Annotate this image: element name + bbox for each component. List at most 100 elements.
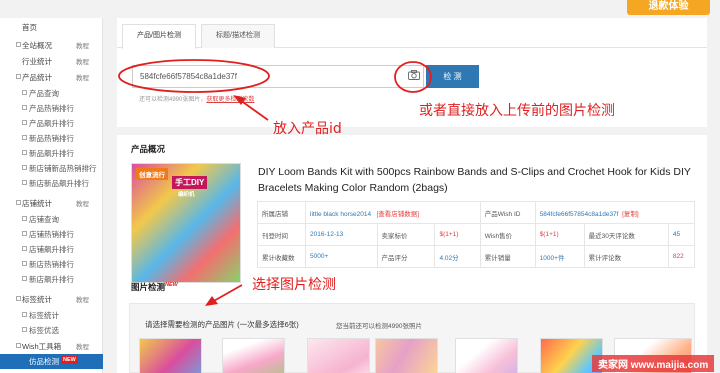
sidebar-item-label: 产品热销排行: [29, 103, 74, 113]
sidebar-item-label: 店铺飙升排行: [29, 244, 74, 254]
image-thumbnail[interactable]: [139, 338, 202, 373]
list-box-icon: [22, 90, 27, 95]
sidebar-item-label: 首页: [22, 22, 37, 32]
hint-text: 还可以检测4990张图片，: [139, 97, 207, 103]
info-value: 2016-12-13: [305, 223, 378, 246]
get-more-link[interactable]: 获取更多检测次数: [206, 97, 254, 103]
tab-title-desc-check[interactable]: 标题/描述检测: [201, 24, 275, 48]
collapse-box-icon[interactable]: [16, 74, 21, 79]
product-id-input[interactable]: 584fcfe66f57854c8a1de37f: [132, 65, 424, 88]
info-value: 822: [667, 245, 696, 268]
sidebar-item-label: 新店热销排行: [29, 259, 74, 269]
tab-bar: 产品/图片检测 标题/描述检测: [117, 18, 707, 49]
detect-button[interactable]: 检 测: [426, 65, 479, 88]
collapse-box-icon[interactable]: [16, 343, 21, 348]
select-instruction: 请选择需要检测的产品图片 (一次最多选择6张): [145, 320, 299, 329]
info-label: 产品Wish ID: [479, 201, 536, 224]
sidebar-item-label: 产品查询: [29, 88, 59, 98]
sidebar-item-tag-query[interactable]: 标签统计: [0, 308, 103, 322]
image-detect-title-text: 图片检测: [131, 282, 166, 292]
sidebar-item-new-store-rising-rank[interactable]: 新店飙升排行: [0, 272, 103, 286]
new-badge: NEW: [165, 282, 178, 289]
copy-link[interactable]: [复制]: [622, 211, 639, 218]
image-thumbnail[interactable]: [307, 338, 370, 373]
remaining-count: 您当前还可以检测4990张照片: [336, 323, 422, 330]
info-label: 最近30天评论数: [583, 223, 669, 246]
sidebar-item-new-store-hot-rank[interactable]: 新店热销排行: [0, 257, 103, 271]
info-value: $(1+1): [434, 223, 481, 246]
product-title: DIY Loom Bands Kit with 500pcs Rainbow B…: [258, 166, 691, 194]
info-label: 产品评分: [376, 245, 436, 268]
product-id-value: 584fcfe66f57854c8a1de37f: [140, 72, 237, 81]
collapse-box-icon[interactable]: [16, 42, 21, 47]
view-shop-data-link[interactable]: [查看店铺数据]: [377, 211, 420, 218]
list-box-icon: [22, 180, 27, 185]
sidebar-item-store-stats[interactable]: 店铺统计 教程: [0, 196, 103, 210]
list-box-icon: [22, 120, 27, 125]
tutorial-link[interactable]: 教程: [76, 56, 89, 66]
sidebar-item-product-hot[interactable]: 产品热销排行: [0, 101, 103, 115]
sidebar-item-new-rising[interactable]: 新品飙升排行: [0, 146, 103, 160]
product-image: 创意流行 手工DIY 编织机: [131, 163, 241, 283]
sidebar-item-label: 店铺查询: [29, 214, 59, 224]
sidebar-item-home[interactable]: 首页: [0, 20, 103, 34]
sidebar-item-new-store-hot[interactable]: 新店铺新品热销排行: [0, 161, 103, 175]
info-label: 所属店铺: [257, 201, 306, 224]
sidebar-item-label: 标签统计: [22, 294, 52, 304]
tutorial-link[interactable]: 教程: [76, 40, 89, 50]
sidebar-item-label: 仿品检测: [29, 357, 59, 366]
annotation-upload-image: 或者直接放入上传前的图片检测: [419, 103, 615, 119]
wish-id-value: 584fcfe66f57854c8a1de37f: [539, 210, 619, 218]
camera-icon[interactable]: [408, 70, 420, 80]
experience-button[interactable]: 退款体验: [627, 0, 710, 15]
sidebar-item-tag-stats[interactable]: 标签统计 教程: [0, 292, 103, 306]
sidebar-item-new-store-rising[interactable]: 新店新品飙升排行: [0, 176, 103, 190]
sidebar-item-new-hot[interactable]: 新品热销排行: [0, 131, 103, 145]
sidebar-item-label: 新店铺新品热销排行: [29, 163, 97, 173]
tutorial-link[interactable]: 教程: [76, 341, 89, 351]
collapse-box-icon[interactable]: [16, 296, 21, 301]
sidebar-item-product-query[interactable]: 产品查询: [0, 86, 103, 100]
sidebar-item-tag-picks[interactable]: 标签优选: [0, 323, 103, 337]
info-label: 累计销量: [479, 245, 536, 268]
sidebar-item-label: 新品飙升排行: [29, 148, 74, 158]
sidebar-item-site-overview[interactable]: 全站概况 教程: [0, 38, 103, 52]
sidebar-item-product-stats[interactable]: 产品统计 教程: [0, 70, 103, 84]
image-detect-title: 图片检测NEW: [131, 281, 178, 293]
image-thumbnail[interactable]: [222, 338, 285, 373]
sidebar-item-industry[interactable]: 行业统计 教程: [0, 54, 103, 68]
sidebar-item-label: 新店新品飙升排行: [29, 178, 89, 188]
annotation-select-image: 选择图片检测: [252, 277, 336, 293]
sidebar-item-label: 新店飙升排行: [29, 274, 74, 284]
sidebar-item-label: 产品飙升排行: [29, 118, 74, 128]
image-text: 编织机: [178, 192, 195, 198]
sidebar-item-store-hot[interactable]: 店铺热销排行: [0, 227, 103, 241]
image-thumbnail[interactable]: [375, 338, 438, 373]
tutorial-link[interactable]: 教程: [76, 198, 89, 208]
product-info-table: 所属店铺 little black horse2014 [查看店铺数据] 产品W…: [257, 201, 696, 268]
sidebar-item-counterfeit-check[interactable]: 仿品检测 NEW: [0, 354, 103, 369]
sidebar-item-store-rising[interactable]: 店铺飙升排行: [0, 242, 103, 256]
sidebar-item-product-rising[interactable]: 产品飙升排行: [0, 116, 103, 130]
site-watermark: 卖家网 www.maijia.com: [592, 355, 715, 372]
tab-product-image-check[interactable]: 产品/图片检测: [122, 24, 196, 49]
tutorial-link[interactable]: 教程: [76, 294, 89, 304]
info-value: 5000+: [305, 245, 378, 268]
tutorial-link[interactable]: 教程: [76, 72, 89, 82]
info-label: 累计收藏数: [257, 245, 306, 268]
shop-name-link[interactable]: little black horse2014: [310, 211, 371, 218]
sidebar-item-wish-toolbox[interactable]: Wish工具箱 教程: [0, 339, 103, 353]
annotation-put-id: 放入产品id: [273, 121, 342, 137]
info-value: 4.02分: [434, 245, 481, 268]
list-box-icon: [22, 312, 27, 317]
sidebar-item-label: 新品热销排行: [29, 133, 74, 143]
collapse-box-icon[interactable]: [16, 200, 21, 205]
list-box-icon: [22, 135, 27, 140]
info-value: little black horse2014 [查看店铺数据]: [305, 201, 481, 224]
info-value: 45: [667, 223, 696, 246]
sidebar-item-store-query[interactable]: 店铺查询: [0, 212, 103, 226]
main-panel: 产品/图片检测 标题/描述检测 584fcfe66f57854c8a1de37f…: [117, 18, 707, 373]
list-box-icon: [22, 105, 27, 110]
image-thumbnail[interactable]: [455, 338, 518, 373]
info-value: 1000+件: [534, 245, 585, 268]
